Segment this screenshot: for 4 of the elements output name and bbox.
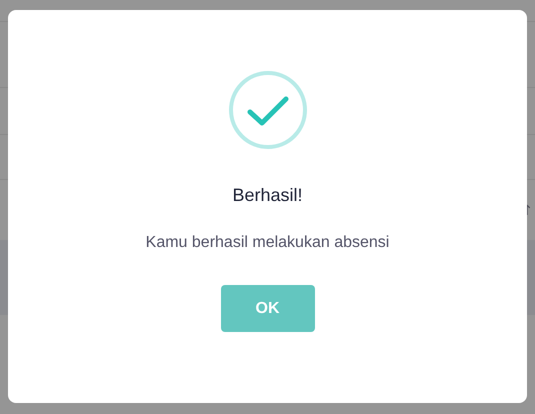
ok-button[interactable]: OK [220,285,314,332]
dialog-message: Kamu berhasil melakukan absensi [146,235,390,251]
dialog-title: Berhasil! [232,186,303,204]
success-check-icon [228,70,308,150]
